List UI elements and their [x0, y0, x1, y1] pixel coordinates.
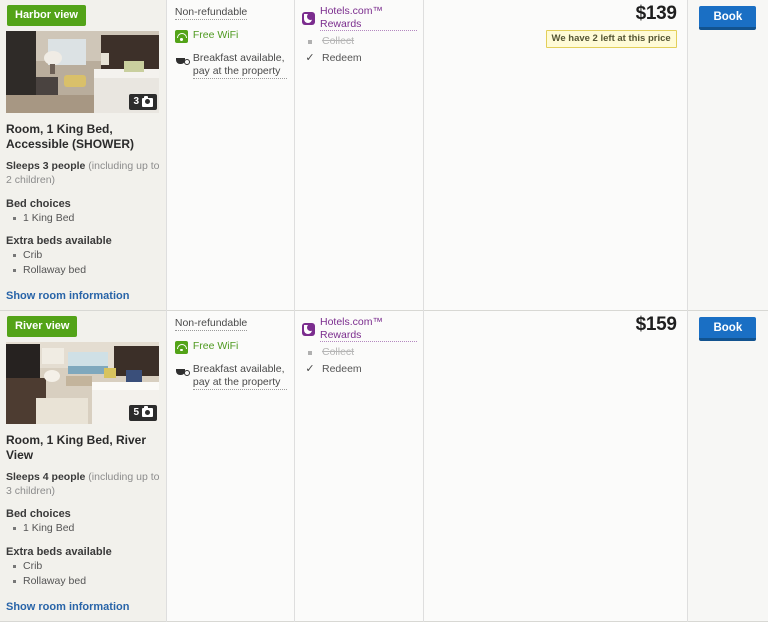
photo-count-badge: 3 — [129, 94, 157, 110]
hotels-rewards-logo-icon — [301, 11, 315, 25]
photo-count-value: 3 — [133, 96, 139, 107]
show-room-information-link[interactable]: Show room information — [6, 601, 129, 613]
rewards-cell: Hotels.com™ Rewards Collect ✓ Redeem — [294, 310, 424, 622]
rewards-redeem-label: Redeem — [321, 51, 362, 64]
room-occupancy-main: Sleeps 4 people — [6, 471, 86, 484]
wifi-option: Free WiFi — [174, 29, 287, 44]
wifi-icon — [174, 341, 188, 355]
price-cell: $139 We have 2 left at this price — [423, 0, 688, 311]
breakfast-label[interactable]: Breakfast available, pay at the property — [192, 363, 287, 391]
rewards-title[interactable]: Hotels.com™ Rewards — [319, 5, 417, 32]
extra-beds-label: Extra beds available — [6, 545, 112, 558]
room-summary-cell: River view 5 Room, 1 King Bed, River Vie… — [0, 310, 167, 622]
wifi-option: Free WiFi — [174, 340, 287, 355]
rewards-collect-item: Collect — [302, 35, 417, 48]
list-item: Rollaway bed — [13, 575, 160, 588]
extra-beds-list: Crib Rollaway bed — [6, 560, 160, 588]
wifi-label: Free WiFi — [192, 29, 239, 42]
bed-choices-label: Bed choices — [6, 508, 71, 521]
rewards-cell: Hotels.com™ Rewards Collect ✓ Redeem — [294, 0, 424, 311]
table-row: Harbor view 3 Room, 1 King Bed, Accessib… — [0, 0, 768, 311]
square-bullet-icon — [305, 35, 315, 48]
rewards-header: Hotels.com™ Rewards — [301, 5, 417, 32]
breakfast-option: Breakfast available, pay at the property — [175, 52, 287, 80]
room-title: Room, 1 King Bed, River View — [6, 432, 147, 462]
list-item: Crib — [13, 249, 160, 262]
rewards-collect-label: Collect — [321, 346, 355, 359]
view-badge: River view — [7, 315, 78, 337]
photo-count-value: 5 — [133, 406, 139, 418]
room-photo-thumbnail[interactable]: 3 — [6, 31, 159, 113]
rewards-header: Hotels.com™ Rewards — [301, 316, 417, 343]
breakfast-option: Breakfast available, pay at the property — [175, 363, 287, 391]
rewards-redeem-item: ✓ Redeem — [302, 52, 417, 65]
rewards-title[interactable]: Hotels.com™ Rewards — [319, 316, 417, 343]
square-bullet-icon — [305, 346, 315, 359]
rewards-collect-label: Collect — [321, 35, 355, 48]
room-options-cell: Non-refundable Free WiFi Breakfast avail… — [166, 0, 295, 311]
extra-beds-list: Crib Rollaway bed — [6, 249, 160, 277]
bed-choices-label: Bed choices — [6, 197, 71, 210]
refund-policy-link[interactable]: Non-refundable — [174, 317, 248, 332]
room-occupancy-main: Sleeps 3 people — [6, 160, 86, 173]
wifi-icon — [174, 30, 188, 44]
coffee-cup-icon — [175, 53, 190, 66]
book-button[interactable]: Book — [699, 316, 757, 341]
room-rows: Harbor view 3 Room, 1 King Bed, Accessib… — [0, 0, 768, 622]
price-cell: $159 — [423, 310, 688, 622]
bed-choices-list: 1 King Bed — [6, 212, 160, 225]
rewards-collect-item: Collect — [302, 346, 417, 359]
list-item: Rollaway bed — [13, 264, 160, 277]
room-price: $139 — [635, 3, 677, 24]
view-badge: Harbor view — [7, 5, 86, 26]
check-icon: ✓ — [305, 51, 315, 64]
list-item: 1 King Bed — [13, 212, 160, 225]
list-item: Crib — [13, 560, 160, 573]
room-occupancy: Sleeps 3 people (including up to 2 child… — [6, 160, 160, 187]
scarcity-badge: We have 2 left at this price — [545, 29, 677, 49]
photo-count-badge: 5 — [129, 404, 157, 421]
room-price: $159 — [635, 313, 677, 335]
bed-choices-list: 1 King Bed — [6, 522, 160, 535]
room-photo-thumbnail[interactable]: 5 — [6, 341, 159, 424]
coffee-cup-icon — [175, 364, 190, 377]
refund-policy-link[interactable]: Non-refundable — [174, 6, 248, 21]
camera-icon — [142, 95, 153, 107]
room-occupancy: Sleeps 4 people (including up to 3 child… — [6, 471, 160, 498]
breakfast-label[interactable]: Breakfast available, pay at the property — [192, 52, 287, 80]
show-room-information-link[interactable]: Show room information — [6, 290, 129, 302]
room-title: Room, 1 King Bed, Accessible (SHOWER) — [6, 122, 135, 151]
check-icon: ✓ — [305, 362, 315, 375]
camera-icon — [142, 406, 153, 418]
room-options-table: Harbor view 3 Room, 1 King Bed, Accessib… — [0, 0, 768, 622]
book-button[interactable]: Book — [699, 6, 757, 30]
table-row: River view 5 Room, 1 King Bed, River Vie… — [0, 310, 768, 622]
book-cell: Book — [687, 310, 768, 622]
room-options-cell: Non-refundable Free WiFi Breakfast avail… — [166, 310, 295, 622]
rewards-redeem-item: ✓ Redeem — [302, 363, 417, 376]
wifi-label: Free WiFi — [192, 340, 239, 353]
hotels-rewards-logo-icon — [301, 322, 315, 336]
room-summary-cell: Harbor view 3 Room, 1 King Bed, Accessib… — [0, 0, 167, 311]
rewards-redeem-label: Redeem — [321, 362, 362, 375]
extra-beds-label: Extra beds available — [6, 234, 112, 247]
book-cell: Book — [687, 0, 768, 311]
list-item: 1 King Bed — [13, 522, 160, 535]
